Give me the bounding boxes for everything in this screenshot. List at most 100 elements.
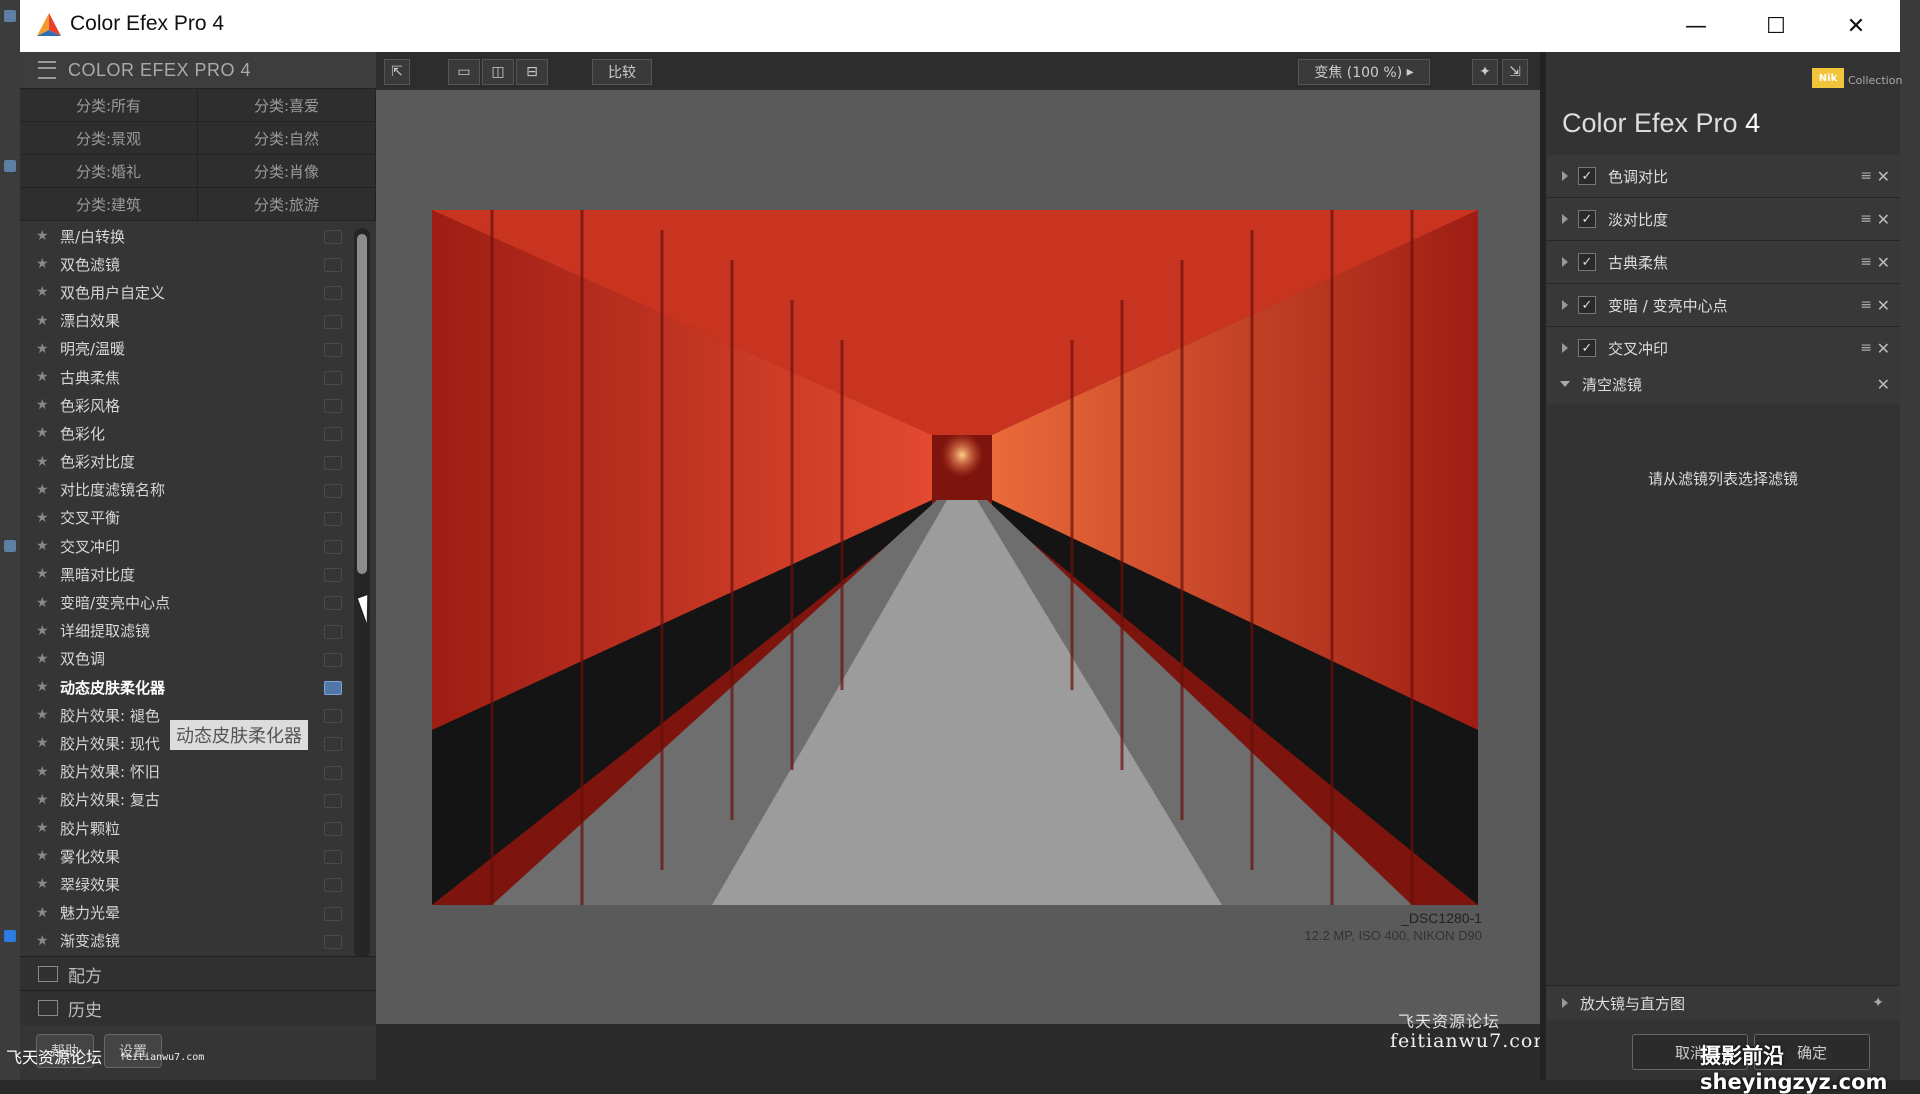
expand-icon[interactable] xyxy=(1562,171,1568,181)
star-icon[interactable]: ★ xyxy=(36,313,54,329)
stack-filter-row[interactable]: ✓ 变暗 / 变亮中心点 ≡ ✕ xyxy=(1546,284,1900,327)
filter-list-item[interactable]: ★ 交叉平衡 xyxy=(20,504,376,532)
category-button[interactable]: 分类:自然 xyxy=(198,122,376,155)
loupe-histogram-section[interactable]: 放大镜与直方图 ✦ xyxy=(1546,985,1900,1020)
add-filter-icon[interactable] xyxy=(324,568,342,583)
filter-list-item[interactable]: ★ 雾化效果 xyxy=(20,842,376,870)
close-icon[interactable]: ✕ xyxy=(1877,339,1890,358)
close-button[interactable]: ✕ xyxy=(1816,0,1896,52)
zoom-control[interactable]: 变焦 (100 %) ▸ xyxy=(1298,59,1430,85)
add-filter-icon[interactable] xyxy=(324,286,342,301)
filter-list-item[interactable]: ★ 胶片效果: 复古 xyxy=(20,786,376,814)
expand-icon[interactable] xyxy=(1562,300,1568,310)
add-filter-icon[interactable] xyxy=(324,511,342,526)
add-filter-icon[interactable] xyxy=(324,765,342,780)
split-view-icon[interactable]: ◫ xyxy=(482,59,514,85)
add-filter-icon[interactable] xyxy=(324,596,342,611)
options-icon[interactable]: ≡ xyxy=(1860,254,1872,270)
add-filter-icon[interactable] xyxy=(324,906,342,921)
enable-checkbox[interactable]: ✓ xyxy=(1578,167,1596,185)
add-filter-icon[interactable] xyxy=(324,427,342,442)
close-icon[interactable]: ✕ xyxy=(1877,375,1890,394)
stack-filter-row[interactable]: ✓ 古典柔焦 ≡ ✕ xyxy=(1546,241,1900,284)
add-filter-icon[interactable] xyxy=(324,709,342,724)
pin-icon[interactable]: ✦ xyxy=(1872,995,1884,1011)
filter-list-item[interactable]: ★ 翠绿效果 xyxy=(20,870,376,898)
add-filter-icon[interactable] xyxy=(324,737,342,752)
filter-list-item[interactable]: ★ 渐变滤镜 xyxy=(20,927,376,955)
enable-checkbox[interactable]: ✓ xyxy=(1578,339,1596,357)
star-icon[interactable]: ★ xyxy=(36,482,54,498)
close-icon[interactable]: ✕ xyxy=(1877,167,1890,186)
options-icon[interactable]: ≡ xyxy=(1860,168,1872,184)
stack-filter-row[interactable]: ✓ 色调对比 ≡ ✕ xyxy=(1546,155,1900,198)
star-icon[interactable]: ★ xyxy=(36,256,54,272)
compare-button[interactable]: 比较 xyxy=(592,59,652,85)
add-filter-icon[interactable] xyxy=(324,455,342,470)
star-icon[interactable]: ★ xyxy=(36,820,54,836)
filter-list-item[interactable]: ★ 动态皮肤柔化器 xyxy=(20,673,376,701)
star-icon[interactable]: ★ xyxy=(36,284,54,300)
star-icon[interactable]: ★ xyxy=(36,510,54,526)
star-icon[interactable]: ★ xyxy=(36,651,54,667)
close-icon[interactable]: ✕ xyxy=(1877,296,1890,315)
maximize-button[interactable]: ☐ xyxy=(1736,0,1816,52)
star-icon[interactable]: ★ xyxy=(36,341,54,357)
minimize-button[interactable]: — xyxy=(1656,0,1736,52)
add-filter-icon[interactable] xyxy=(324,793,342,808)
expand-icon[interactable] xyxy=(1562,343,1568,353)
star-icon[interactable]: ★ xyxy=(36,764,54,780)
star-icon[interactable]: ★ xyxy=(36,876,54,892)
add-filter-icon[interactable] xyxy=(324,370,342,385)
add-filter-icon[interactable] xyxy=(324,850,342,865)
add-filter-icon[interactable] xyxy=(324,821,342,836)
options-icon[interactable]: ≡ xyxy=(1860,340,1872,356)
single-view-icon[interactable]: ▭ xyxy=(448,59,480,85)
star-icon[interactable]: ★ xyxy=(36,792,54,808)
enable-checkbox[interactable]: ✓ xyxy=(1578,253,1596,271)
add-filter-icon[interactable] xyxy=(324,878,342,893)
add-filter-icon[interactable] xyxy=(324,934,342,949)
star-icon[interactable]: ★ xyxy=(36,397,54,413)
enable-checkbox[interactable]: ✓ xyxy=(1578,210,1596,228)
enable-checkbox[interactable]: ✓ xyxy=(1578,296,1596,314)
history-section[interactable]: 历史 xyxy=(20,990,376,1025)
star-icon[interactable]: ★ xyxy=(36,454,54,470)
expand-icon[interactable] xyxy=(1562,214,1568,224)
filter-list-item[interactable]: ★ 色彩对比度 xyxy=(20,448,376,476)
side-by-side-icon[interactable]: ⊟ xyxy=(516,59,548,85)
recipes-section[interactable]: 配方 xyxy=(20,956,376,991)
category-button[interactable]: 分类:婚礼 xyxy=(20,155,198,188)
add-filter-icon[interactable] xyxy=(324,652,342,667)
filter-list-item[interactable]: ★ 黑/白转换 xyxy=(20,222,376,250)
star-icon[interactable]: ★ xyxy=(36,679,54,695)
category-button[interactable]: 分类:所有 xyxy=(20,89,198,122)
category-button[interactable]: 分类:景观 xyxy=(20,122,198,155)
filter-list-item[interactable]: ★ 明亮/温暖 xyxy=(20,335,376,363)
category-button[interactable]: 分类:旅游 xyxy=(198,188,376,221)
star-icon[interactable]: ★ xyxy=(36,707,54,723)
star-icon[interactable]: ★ xyxy=(36,566,54,582)
empty-filter-section[interactable]: 清空滤镜 ✕ xyxy=(1546,364,1900,404)
filter-list-item[interactable]: ★ 双色用户自定义 xyxy=(20,278,376,306)
filter-list-item[interactable]: ★ 交叉冲印 xyxy=(20,532,376,560)
add-filter-icon[interactable] xyxy=(324,258,342,273)
filter-list-item[interactable]: ★ 古典柔焦 xyxy=(20,363,376,391)
category-button[interactable]: 分类:喜爱 xyxy=(198,89,376,122)
filter-list-item[interactable]: ★ 胶片颗粒 xyxy=(20,814,376,842)
add-filter-icon[interactable] xyxy=(324,681,342,695)
filter-list-item[interactable]: ★ 魅力光晕 xyxy=(20,899,376,927)
filter-list-item[interactable]: ★ 色彩化 xyxy=(20,419,376,447)
star-icon[interactable]: ★ xyxy=(36,735,54,751)
options-icon[interactable]: ≡ xyxy=(1860,211,1872,227)
scrollbar-thumb[interactable] xyxy=(357,234,367,574)
star-icon[interactable]: ★ xyxy=(36,623,54,639)
close-icon[interactable]: ✕ xyxy=(1877,210,1890,229)
add-filter-icon[interactable] xyxy=(324,399,342,414)
options-icon[interactable]: ≡ xyxy=(1860,297,1872,313)
star-icon[interactable]: ★ xyxy=(36,538,54,554)
category-button[interactable]: 分类:肖像 xyxy=(198,155,376,188)
filter-list-item[interactable]: ★ 详细提取滤镜 xyxy=(20,617,376,645)
star-icon[interactable]: ★ xyxy=(36,905,54,921)
filter-list-item[interactable]: ★ 胶片效果: 怀旧 xyxy=(20,758,376,786)
